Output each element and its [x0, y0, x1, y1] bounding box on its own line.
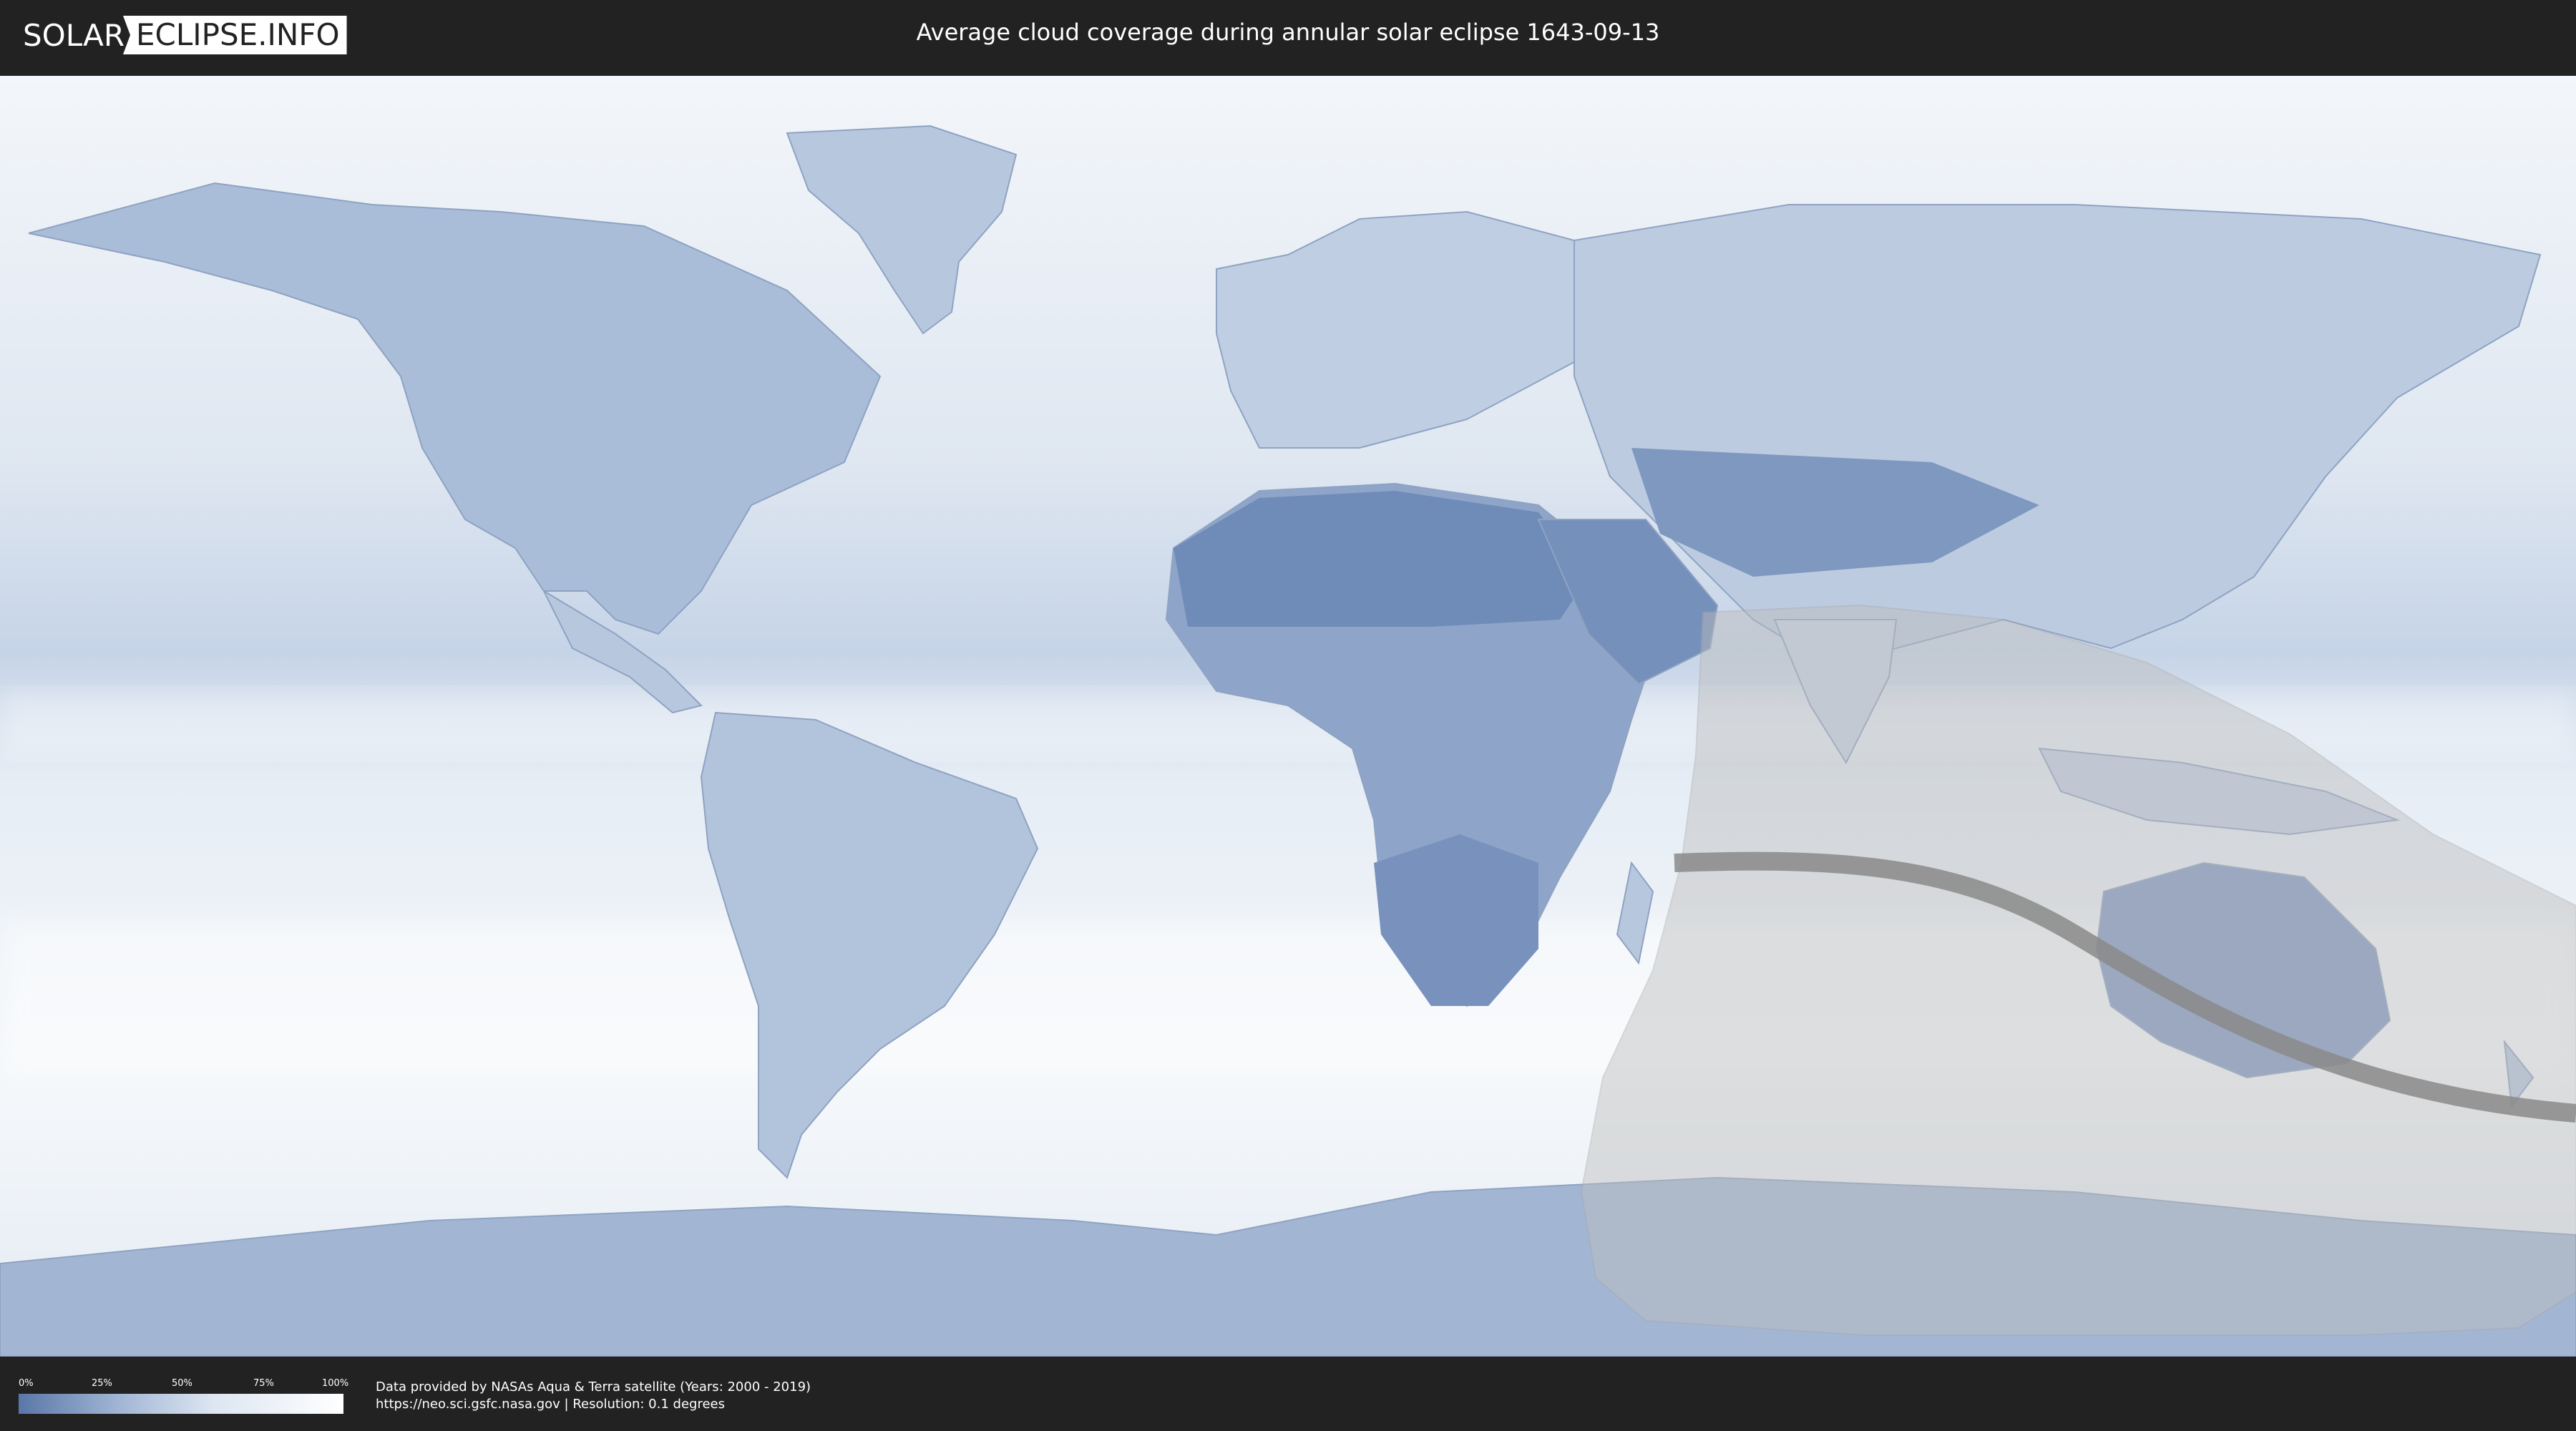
cloud-coverage-legend-bar — [19, 1394, 343, 1414]
data-credit: Data provided by NASAs Aqua & Terra sate… — [376, 1379, 811, 1395]
footer-bar: 0% 25% 50% 75% 100% Data provided by NAS… — [0, 1359, 2576, 1431]
world-map-svg — [0, 76, 2576, 1357]
legend-tick-100: 100% — [322, 1378, 349, 1389]
data-source-link[interactable]: https://neo.sci.gsfc.nasa.gov | Resoluti… — [376, 1397, 725, 1412]
page-title: Average cloud coverage during annular so… — [916, 19, 1660, 46]
header-bar: SOLAR ECLIPSE.INFO Average cloud coverag… — [0, 0, 2576, 72]
cloud-coverage-map — [0, 76, 2576, 1357]
legend-tick-0: 0% — [19, 1378, 34, 1389]
legend-tick-75: 75% — [253, 1378, 274, 1389]
legend-tick-25: 25% — [92, 1378, 112, 1389]
legend-tick-50: 50% — [172, 1378, 192, 1389]
